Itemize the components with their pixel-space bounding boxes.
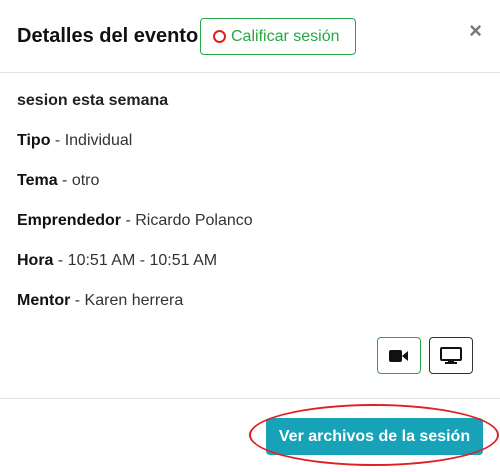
rate-session-button[interactable]: Calificar sesión (200, 18, 356, 55)
detail-row-tema: Tema - otro (17, 172, 99, 190)
detail-row-mentor: Mentor - Karen herrera (17, 292, 183, 310)
close-icon[interactable]: × (469, 20, 482, 42)
modal-footer: Ver archivos de la sesión (0, 398, 500, 472)
monitor-icon (440, 346, 462, 364)
detail-value-mentor: - Karen herrera (70, 292, 184, 309)
detail-value-hora: - 10:51 AM - 10:51 AM (53, 252, 218, 269)
detail-row-hora: Hora - 10:51 AM - 10:51 AM (17, 252, 217, 270)
detail-label-mentor: Mentor (17, 292, 71, 309)
screen-share-button[interactable] (429, 337, 473, 374)
detail-label-tipo: Tipo (17, 132, 51, 149)
rate-session-label: Calificar sesión (231, 27, 340, 45)
circle-outline-icon (213, 30, 226, 43)
detail-label-emprendedor: Emprendedor (17, 212, 122, 229)
detail-value-tipo: - Individual (50, 132, 133, 149)
modal-title: Detalles del evento (17, 25, 199, 47)
detail-value-tema: - otro (57, 172, 100, 189)
detail-label-tema: Tema (17, 172, 58, 189)
detail-row-emprendedor: Emprendedor - Ricardo Polanco (17, 212, 253, 230)
event-details-modal: Detalles del evento Calificar sesión × s… (0, 0, 500, 472)
detail-value-emprendedor: - Ricardo Polanco (121, 212, 253, 229)
detail-row-tipo: Tipo - Individual (17, 132, 132, 150)
event-name: sesion esta semana (17, 92, 169, 109)
view-session-files-button[interactable]: Ver archivos de la sesión (266, 418, 483, 455)
modal-body: sesion esta semana Tipo - Individual Tem… (0, 73, 500, 398)
detail-label-hora: Hora (17, 252, 54, 269)
modal-header: Detalles del evento Calificar sesión × (0, 0, 500, 73)
video-call-button[interactable] (377, 337, 421, 374)
video-camera-icon (389, 349, 408, 362)
